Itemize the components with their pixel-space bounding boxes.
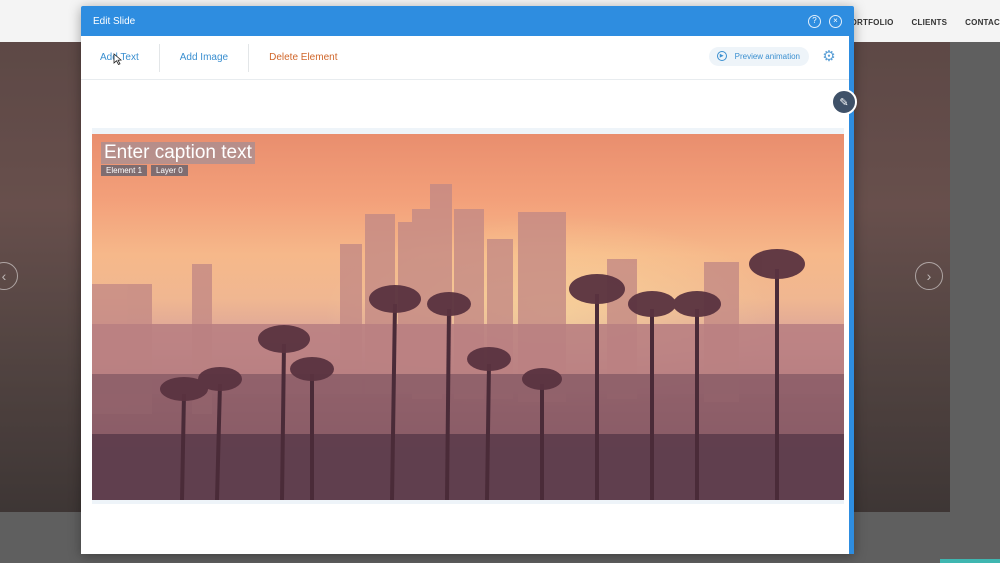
delete-element-button[interactable]: Delete Element bbox=[249, 44, 357, 72]
nav-item-clients[interactable]: CLIENTS bbox=[912, 18, 948, 27]
close-icon[interactable]: × bbox=[829, 14, 842, 28]
element-tag: Element 1 bbox=[101, 165, 148, 176]
slide-canvas: Enter caption text Element 1 Layer 0 bbox=[92, 128, 844, 504]
modal-title: Edit Slide bbox=[93, 15, 136, 27]
play-icon: ▶ bbox=[716, 51, 727, 61]
slider-next-arrow[interactable]: › bbox=[915, 262, 943, 290]
modal-body: Add Text Add Image Delete Element ▶ Prev… bbox=[81, 36, 854, 554]
editor-toolbar: Add Text Add Image Delete Element ▶ Prev… bbox=[81, 36, 849, 80]
caption-text[interactable]: Enter caption text bbox=[104, 142, 252, 163]
slide-image[interactable]: Enter caption text Element 1 Layer 0 bbox=[92, 134, 844, 500]
header-icons: ? × bbox=[808, 14, 842, 28]
add-image-button[interactable]: Add Image bbox=[160, 43, 250, 72]
toolbar-right-group: ▶ Preview animation ⚙ bbox=[708, 46, 839, 66]
site-nav: PORTFOLIO CLIENTS CONTAC bbox=[845, 18, 1000, 27]
preview-animation-label: Preview animation bbox=[734, 51, 800, 61]
caption-element[interactable]: Enter caption text bbox=[101, 142, 255, 164]
layer-tag: Layer 0 bbox=[151, 165, 188, 176]
nav-item-contact[interactable]: CONTAC bbox=[965, 18, 1000, 27]
gear-icon[interactable]: ⚙ bbox=[819, 46, 839, 66]
help-icon[interactable]: ? bbox=[808, 14, 821, 28]
mouse-cursor-icon bbox=[113, 53, 122, 65]
edit-slide-modal: Edit Slide ? × Add Text Add Image Delete… bbox=[81, 6, 854, 554]
preview-animation-button[interactable]: ▶ Preview animation bbox=[708, 46, 809, 66]
brush-icon[interactable]: ✎ bbox=[831, 89, 857, 115]
modal-side-strip bbox=[849, 36, 854, 554]
teal-strip bbox=[940, 559, 1000, 563]
modal-header: Edit Slide ? × bbox=[81, 6, 854, 36]
city-skyline-image bbox=[92, 184, 844, 500]
caption-tags: Element 1 Layer 0 bbox=[101, 165, 188, 176]
